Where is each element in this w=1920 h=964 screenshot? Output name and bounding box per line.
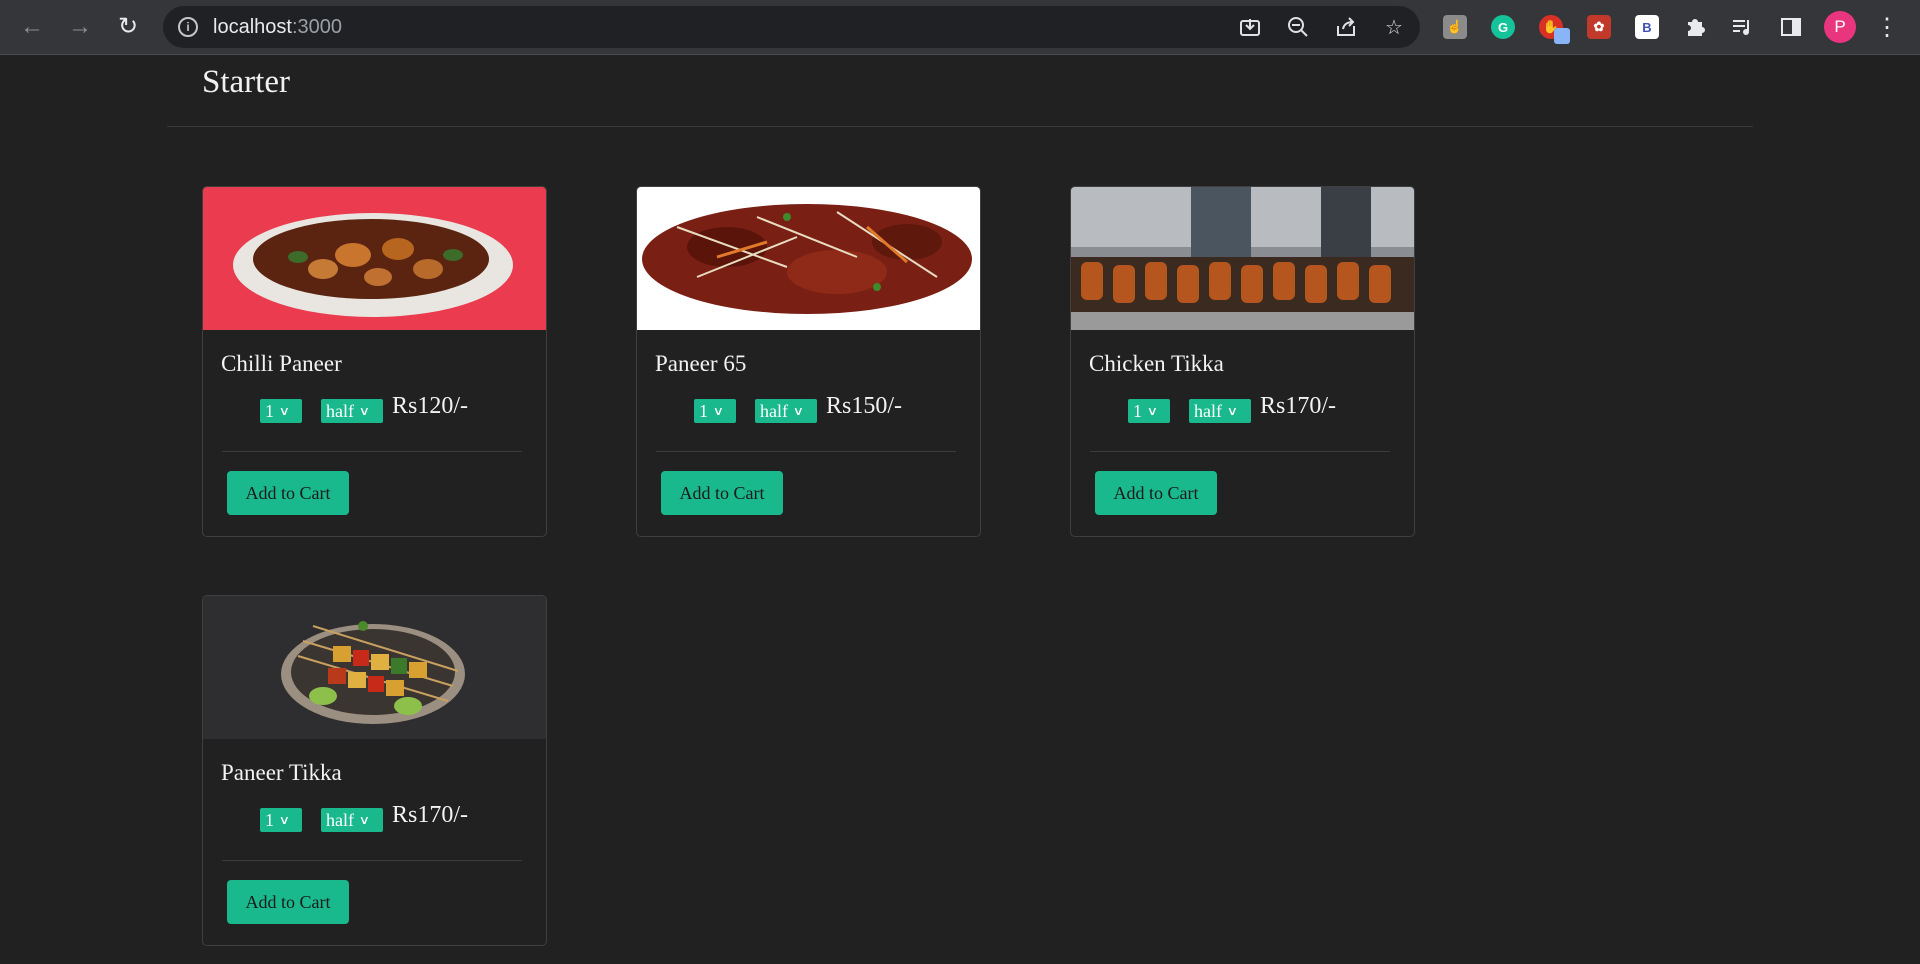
chevron-down-icon: ∨ xyxy=(1146,403,1159,418)
url-host: localhost xyxy=(213,16,292,38)
quantity-select[interactable]: 1 ∨ xyxy=(694,399,736,423)
media-control-icon[interactable] xyxy=(1728,12,1758,42)
browser-toolbar: ← → ↻ i localhost:3000 ☆ ☝ G ✋ ✿ B P ⋮ xyxy=(0,0,1920,55)
card-divider xyxy=(222,451,522,452)
section-divider xyxy=(167,126,1753,127)
add-to-cart-button[interactable]: Add to Cart xyxy=(661,471,783,515)
size-value: half xyxy=(1194,400,1222,421)
quantity-select[interactable]: 1 ∨ xyxy=(260,399,302,423)
quantity-value: 1 xyxy=(1133,400,1142,421)
chevron-down-icon: ∨ xyxy=(712,403,725,418)
card-divider xyxy=(1090,451,1390,452)
url-port: :3000 xyxy=(291,16,342,38)
install-icon[interactable] xyxy=(1235,12,1265,42)
chevron-down-icon: ∨ xyxy=(1226,403,1239,418)
forward-icon[interactable]: → xyxy=(62,9,98,45)
menu-card: Chicken Tikka 1 ∨ half ∨ Rs170/- Add to Ca… xyxy=(1070,186,1415,537)
size-select[interactable]: half ∨ xyxy=(755,399,817,423)
size-select[interactable]: half ∨ xyxy=(321,808,383,832)
food-image xyxy=(637,187,980,330)
size-select[interactable]: half ∨ xyxy=(1189,399,1251,423)
card-title: Chilli Paneer xyxy=(221,351,342,376)
menu-card: Paneer 65 1 ∨ half ∨ Rs150/- Add to Cart xyxy=(636,186,981,537)
reload-icon[interactable]: ↻ xyxy=(110,9,146,45)
quantity-select[interactable]: 1 ∨ xyxy=(1128,399,1170,423)
food-image xyxy=(203,187,546,330)
bookmark-star-icon[interactable]: ☆ xyxy=(1379,12,1409,42)
food-image xyxy=(203,596,546,739)
price-label: Rs170/- xyxy=(1260,393,1337,419)
card-title: Paneer 65 xyxy=(655,351,747,376)
chevron-down-icon: ∨ xyxy=(278,812,291,827)
card-divider xyxy=(222,860,522,861)
chevron-down-icon: ∨ xyxy=(792,403,805,418)
extensions-puzzle-icon[interactable] xyxy=(1680,12,1710,42)
size-value: half xyxy=(326,400,354,421)
size-value: half xyxy=(326,809,354,830)
quantity-select[interactable]: 1 ∨ xyxy=(260,808,302,832)
share-icon[interactable] xyxy=(1331,12,1361,42)
price-label: Rs120/- xyxy=(392,393,469,419)
extension-touch-icon[interactable]: ☝ xyxy=(1440,12,1470,42)
quantity-value: 1 xyxy=(265,400,274,421)
back-icon[interactable]: ← xyxy=(14,9,50,45)
quantity-value: 1 xyxy=(699,400,708,421)
paw-extension-icon[interactable]: ✿ xyxy=(1584,12,1614,42)
b-extension-icon[interactable]: B xyxy=(1632,12,1662,42)
block-extension-icon[interactable]: ✋ xyxy=(1536,12,1570,44)
add-to-cart-button[interactable]: Add to Cart xyxy=(227,880,349,924)
extension-badge xyxy=(1554,28,1570,44)
side-panel-icon[interactable] xyxy=(1776,12,1806,42)
profile-avatar[interactable]: P xyxy=(1824,11,1856,43)
grammarly-icon[interactable]: G xyxy=(1488,12,1518,42)
chrome-menu-icon[interactable]: ⋮ xyxy=(1872,12,1902,42)
size-value: half xyxy=(760,400,788,421)
menu-card: Paneer Tikka 1 ∨ half ∨ Rs170/- Add to Car… xyxy=(202,595,547,946)
url-text[interactable]: localhost:3000 xyxy=(213,16,342,38)
card-title: Chicken Tikka xyxy=(1089,351,1224,376)
section-title: Starter xyxy=(202,64,290,100)
food-image xyxy=(1071,187,1414,330)
add-to-cart-button[interactable]: Add to Cart xyxy=(1095,471,1217,515)
chevron-down-icon: ∨ xyxy=(358,403,371,418)
size-select[interactable]: half ∨ xyxy=(321,399,383,423)
address-bar[interactable]: i localhost:3000 ☆ xyxy=(163,6,1420,48)
price-label: Rs170/- xyxy=(392,802,469,828)
chevron-down-icon: ∨ xyxy=(358,812,371,827)
card-title: Paneer Tikka xyxy=(221,760,342,785)
menu-card: Chilli Paneer 1 ∨ half ∨ Rs120/- Add to Ca… xyxy=(202,186,547,537)
quantity-value: 1 xyxy=(265,809,274,830)
card-divider xyxy=(656,451,956,452)
site-info-icon[interactable]: i xyxy=(178,17,198,37)
zoom-out-icon[interactable] xyxy=(1283,12,1313,42)
add-to-cart-button[interactable]: Add to Cart xyxy=(227,471,349,515)
chevron-down-icon: ∨ xyxy=(278,403,291,418)
price-label: Rs150/- xyxy=(826,393,903,419)
